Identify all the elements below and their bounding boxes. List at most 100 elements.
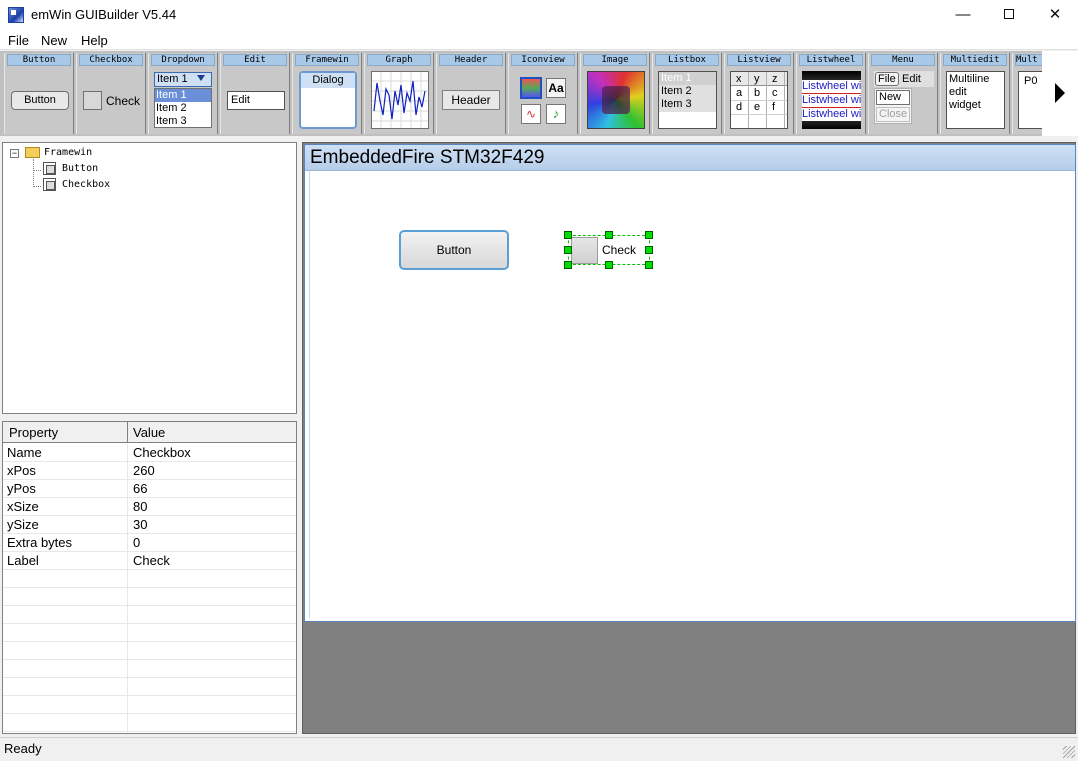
app-icon (8, 7, 24, 23)
multiedit-line: widget (949, 99, 981, 111)
tool-listview[interactable]: Listview x y z a b c d e f (724, 53, 794, 134)
tool-iconview[interactable]: Iconview Aa ∿ ♪ (508, 53, 578, 134)
property-grid-header: Property Value (3, 422, 296, 443)
dropdown-item: Item 3 (156, 115, 187, 127)
listview-cell: c (772, 87, 778, 99)
tool-listwheel[interactable]: Listwheel Listwheel wi Listwheel wi List… (796, 53, 866, 134)
menu-file[interactable]: File (8, 33, 29, 48)
property-row[interactable]: Label Check (3, 552, 296, 570)
tool-image[interactable]: Image (580, 53, 650, 134)
tool-dropdown[interactable]: Dropdown Item 1 Item 1 Item 2 Item 3 (148, 53, 218, 134)
property-value[interactable]: 80 (133, 499, 147, 514)
minimize-icon: — (955, 6, 971, 23)
tree-node-button[interactable]: Button (62, 163, 98, 174)
property-column-header[interactable]: Property (9, 425, 58, 440)
tree-node-checkbox[interactable]: Checkbox (62, 179, 110, 190)
tool-edit-sample: Edit (227, 91, 285, 110)
listview-cell: b (754, 87, 761, 99)
empty-row (3, 624, 296, 642)
tool-header[interactable]: Header Header (436, 53, 506, 134)
dropdown-list: Item 1 Item 2 Item 3 (154, 88, 212, 128)
value-column-header[interactable]: Value (133, 425, 165, 440)
framewin-preview[interactable]: EmbeddedFire STM32F429 (304, 144, 1076, 622)
book-icon (520, 77, 542, 99)
tool-caption: Graph (367, 54, 431, 66)
tool-button-sample: Button (11, 91, 69, 110)
toolbox-scroll-right-icon[interactable] (1042, 51, 1078, 136)
widget-icon (43, 162, 56, 175)
property-value[interactable]: 30 (133, 517, 147, 532)
multipage-tab: P0 (1024, 75, 1038, 87)
listview-sample: x y z a b c d e f (730, 71, 788, 129)
tool-caption: Button (7, 54, 71, 66)
menu-sample-item: Close (876, 107, 910, 122)
resize-handle[interactable] (605, 261, 613, 269)
tool-menu[interactable]: Menu File Edit New Close (868, 53, 938, 134)
tree-node-framewin[interactable]: Framewin (44, 147, 92, 158)
property-value[interactable]: 0 (133, 535, 140, 550)
widget-toolbox: Button Button Checkbox Check Dropdown It… (0, 51, 1042, 136)
menu-new[interactable]: New (41, 33, 67, 48)
property-row[interactable]: yPos 66 (3, 480, 296, 498)
multiedit-line: edit (949, 86, 967, 98)
listview-cell: a (736, 87, 743, 99)
chevron-down-icon (197, 75, 205, 81)
menu-bar: File New Help (0, 31, 1078, 50)
property-row[interactable]: Extra bytes 0 (3, 534, 296, 552)
canvas-button-widget[interactable]: Button (399, 230, 509, 270)
resize-handle[interactable] (564, 261, 572, 269)
tool-edit[interactable]: Edit Edit (220, 53, 290, 134)
tool-checkbox[interactable]: Checkbox Check (76, 53, 146, 134)
minimize-button[interactable]: — (940, 0, 986, 31)
widget-icon (43, 178, 56, 191)
property-row[interactable]: xPos 260 (3, 462, 296, 480)
tool-button[interactable]: Button Button (4, 53, 74, 134)
property-row[interactable]: ySize 30 (3, 516, 296, 534)
tool-caption: Iconview (511, 54, 575, 66)
resize-handle[interactable] (645, 261, 653, 269)
tool-graph[interactable]: Graph (364, 53, 434, 134)
tool-listbox[interactable]: Listbox Item 1 Item 2 Item 3 (652, 53, 722, 134)
menu-help[interactable]: Help (81, 33, 108, 48)
tool-caption: Header (439, 54, 503, 66)
widget-tree: − Framewin Button Checkbox (2, 142, 297, 414)
collapse-icon[interactable]: − (10, 149, 19, 158)
property-value[interactable]: Checkbox (133, 445, 191, 460)
listview-cell: d (736, 101, 743, 113)
listwheel-item: Listwheel wi (802, 80, 861, 93)
menu-sample-bar: File Edit (874, 71, 934, 87)
listbox-item: Item 3 (661, 98, 692, 110)
multipage-sample: P0 (1018, 71, 1042, 129)
chart-icon: ∿ (521, 104, 541, 124)
maximize-button[interactable] (986, 0, 1032, 31)
resize-grip-icon[interactable] (1063, 746, 1075, 758)
listwheel-item: Listwheel wi (802, 94, 861, 107)
tool-multipage[interactable]: Mult P0 (1012, 53, 1042, 134)
dropdown-item: Item 1 (155, 89, 211, 102)
framewin-sample: Dialog (299, 71, 357, 129)
property-value[interactable]: 260 (133, 463, 155, 478)
resize-handle[interactable] (605, 231, 613, 239)
maximize-icon (1004, 9, 1014, 20)
close-button[interactable]: ✕ (1032, 0, 1078, 31)
listwheel-item: Listwheel wi (802, 108, 861, 121)
property-key: Name (7, 445, 42, 460)
resize-handle[interactable] (645, 246, 653, 254)
tool-multiedit[interactable]: Multiedit Multiline edit widget (940, 53, 1010, 134)
music-note-icon: ♪ (546, 104, 566, 124)
property-value[interactable]: Check (133, 553, 170, 568)
menu-sample-item: Edit (902, 73, 921, 85)
font-icon: Aa (546, 78, 566, 98)
property-row[interactable]: xSize 80 (3, 498, 296, 516)
framewin-title[interactable]: EmbeddedFire STM32F429 (305, 145, 1075, 171)
empty-row (3, 642, 296, 660)
property-key: xPos (7, 463, 36, 478)
tool-framewin[interactable]: Framewin Dialog (292, 53, 362, 134)
resize-handle[interactable] (645, 231, 653, 239)
property-value[interactable]: 66 (133, 481, 147, 496)
property-row[interactable]: Name Checkbox (3, 444, 296, 462)
resize-handle[interactable] (564, 246, 572, 254)
graph-icon (371, 71, 429, 129)
empty-row (3, 678, 296, 696)
resize-handle[interactable] (564, 231, 572, 239)
